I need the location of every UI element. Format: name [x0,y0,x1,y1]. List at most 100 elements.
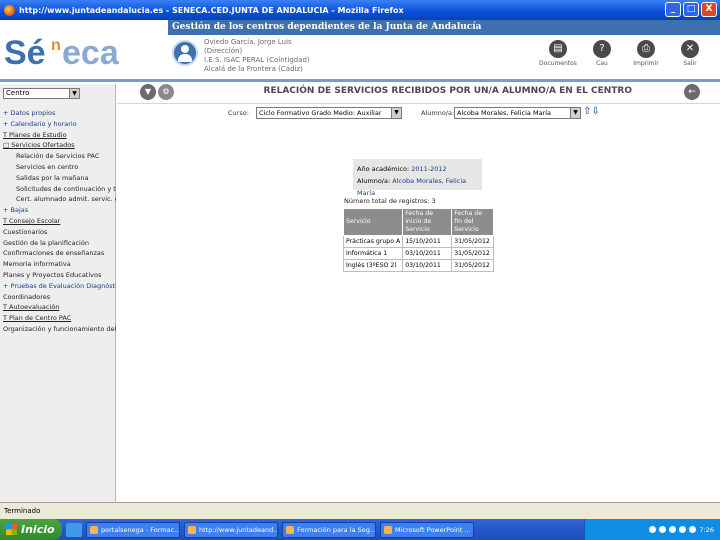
year-label: Año académico: [357,165,410,173]
alumno-select[interactable]: Alcoba Morales, Felicia María ▼ [454,107,581,119]
tray-icon[interactable] [649,526,657,533]
task-button[interactable]: portalsenega - Formac... [86,521,180,538]
user-role: (Dirección) [204,47,243,55]
minimize-button[interactable]: _ [665,2,681,17]
task-button[interactable]: http://www.juntadeand... [184,521,278,538]
navigate-arrows[interactable]: ⇧⇩ [583,106,600,117]
print-icon: ⎙ [637,40,655,58]
table-cell: Inglés (3ºESO 2) [342,259,404,272]
table-cell: Prácticas grupo A [342,235,404,248]
header-actions: ▤ Documentos ? Cau ⎙ Imprimir ✕ Salir [536,40,712,67]
user-avatar-icon [172,40,198,66]
seneca-logo: Sé n eca [4,34,120,72]
exit-icon: ✕ [681,40,699,58]
arrow-down-icon[interactable]: ⇩ [591,106,599,117]
table-header-inicio[interactable]: Fecha de inicio de Servicio [402,208,453,236]
table-cell: 31/05/2012 [451,247,495,260]
sidebar-item[interactable]: Coordinadores [0,292,116,303]
sidebar-item[interactable]: Cuestionarios [0,227,116,238]
close-button[interactable]: X [701,2,717,17]
table-header-fin[interactable]: Fecha de fin del Servicio [451,208,495,236]
user-name: Oviedo García, Jorge Luis [204,38,292,46]
system-tray: 7:26 [584,519,720,540]
window-titlebar: http://www.juntadeandalucia.es - SENECA.… [0,0,720,20]
sidebar-item[interactable]: Cert. alumnado admit. servic. cent [0,194,116,205]
sidebar-item[interactable]: T Autoevaluación [0,302,116,313]
chevron-down-icon: ▼ [570,108,580,118]
documents-button[interactable]: ▤ Documentos [536,40,580,67]
content-toolbar: ▼ ⚙ RELACIÓN DE SERVICIOS RECIBIDOS POR … [117,84,720,104]
sidebar-item[interactable]: + Datos propios [0,108,116,119]
windows-logo-icon [6,524,17,535]
table-header-servicio[interactable]: Servicio [342,208,404,236]
sidebar-item[interactable]: Organización y funcionamiento del [0,324,116,335]
table-cell: 31/05/2012 [451,259,495,272]
table-body: Prácticas grupo A 15/10/2011 31/05/2012 Inf… [342,235,495,272]
sidebar-item[interactable]: Planes y Proyectos Educativos [0,270,116,281]
svg-text:eca: eca [62,34,120,72]
user-center: I.E.S. ISAC PERAL (Coíntigdad) [204,56,310,64]
quicklaunch-ie-icon[interactable] [66,522,82,537]
svg-text:n: n [51,37,61,54]
tray-icon[interactable] [669,526,677,533]
sidebar-item[interactable]: Memoria informativa [0,259,116,270]
sidebar-item[interactable]: T Planes de Estudio [0,130,116,141]
sidebar-menu: + Datos propios + Calendario y horario T P… [0,108,116,335]
filters: Curso: Ciclo Formativo Grado Medio: Auxi… [117,106,720,122]
chevron-down-icon: ▼ [391,108,401,118]
table-row[interactable]: Inglés (3ºESO 2) 03/10/2011 31/05/2012 [342,259,495,272]
year-value: 2011-2012 [411,165,447,173]
student-label: Alumno/a: [357,177,391,185]
sidebar-item[interactable]: T Consejo Escolar [0,216,116,227]
tray-icon[interactable] [679,526,687,533]
status-text: Terminado [4,507,41,515]
tray-icon[interactable] [659,526,667,533]
page-title: RELACIÓN DE SERVICIOS RECIBIDOS POR UN/A… [263,86,632,96]
profile-select[interactable]: Centro ▼ [3,88,80,99]
curso-label: Curso: [228,109,249,117]
sidebar-item[interactable]: Salidas por la mañana [0,173,116,184]
table-cell: 03/10/2011 [402,247,453,260]
table-row[interactable]: Informática 1 03/10/2011 31/05/2012 [342,247,495,260]
documents-icon: ▤ [549,40,567,58]
print-button[interactable]: ⎙ Imprimir [624,40,668,67]
back-arrow-icon[interactable]: ← [684,84,700,100]
user-box: Oviedo García, Jorge Luis (Dirección) I.… [172,38,322,76]
info-box: Año académico: 2011-2012 Alumno/a: Alcob… [353,159,482,197]
sidebar-item[interactable]: Relación de Servicios PAC [0,151,116,162]
sidebar: Centro ▼ + Datos propios + Calendario y ho… [0,84,116,502]
table-cell: Informática 1 [342,247,404,260]
tray-icon[interactable] [689,526,697,533]
cau-icon: ? [593,40,611,58]
sidebar-item[interactable]: Confirmaciones de enseñanzas [0,248,116,259]
exit-button[interactable]: ✕ Salir [668,40,712,67]
cau-button[interactable]: ? Cau [580,40,624,67]
record-count: Número total de registros: 3 [344,197,436,205]
sidebar-item[interactable]: + Calendario y horario [0,119,116,130]
services-table: Servicio Fecha de inicio de Servicio Fec… [342,208,495,272]
menu-toggle-icon[interactable]: ▼ [140,84,156,100]
chevron-down-icon: ▼ [69,89,79,98]
maximize-button[interactable]: □ [683,2,699,17]
status-bar: Terminado [0,502,720,519]
sidebar-item[interactable]: Gestión de la planificación [0,238,116,249]
sidebar-item[interactable]: Servicios en centro [0,162,116,173]
sidebar-item[interactable]: T Plan de Centro PAC [0,313,116,324]
start-button[interactable]: Inicio [0,519,62,540]
sidebar-item[interactable]: □ Servicios Ofertados [0,140,116,151]
options-icon[interactable]: ⚙ [158,84,174,100]
firefox-icon [4,4,15,16]
sidebar-item[interactable]: + Pruebas de Evaluación Diagnóstica [0,281,116,292]
task-button[interactable]: Microsoft PowerPoint ... [380,521,474,538]
task-button[interactable]: Formación para la Seg... [282,521,376,538]
user-info: Oviedo García, Jorge Luis (Dirección) I.… [204,38,310,74]
table-row[interactable]: Prácticas grupo A 15/10/2011 31/05/2012 [342,235,495,248]
sidebar-item[interactable]: + Bajas [0,205,116,216]
sidebar-item[interactable]: Solicitudes de continuación y tra [0,184,116,195]
table-cell: 03/10/2011 [402,259,453,272]
table-cell: 15/10/2011 [402,235,453,248]
alumno-label: Alumno/a: [421,109,455,117]
app-header: Sé n eca Gestión de los centros dependie… [0,20,720,82]
svg-text:Sé: Sé [4,34,46,72]
curso-select[interactable]: Ciclo Formativo Grado Medio: Auxiliar ▼ [256,107,402,119]
